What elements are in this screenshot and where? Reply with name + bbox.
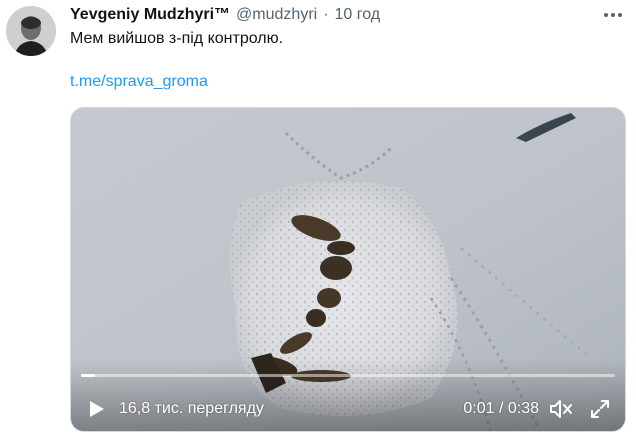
video-progress-fill (81, 374, 95, 377)
tweet-header: Yevgeniy Mudzhyri™ @mudzhyri · 10 год (70, 5, 596, 25)
duration: 0:38 (507, 400, 539, 417)
video-progress-bar[interactable] (81, 374, 615, 377)
author-handle[interactable]: @mudzhyri (236, 6, 317, 24)
tweet-text: Мем вийшов з-під контролю. (70, 30, 284, 47)
separator-dot: · (323, 6, 329, 23)
volume-muted-icon (550, 400, 572, 418)
current-time: 0:01 (463, 400, 495, 417)
view-count: 16,8 тис. перегляду (119, 400, 264, 417)
avatar-photo-icon (6, 6, 56, 56)
time-separator: / (494, 400, 508, 417)
author-avatar[interactable] (6, 6, 56, 56)
more-options-button[interactable] (600, 4, 626, 26)
author-name[interactable]: Yevgeniy Mudzhyri™ (70, 6, 230, 24)
tweet-link[interactable]: t.me/sprava_groma (70, 73, 208, 91)
time-readout: 0:01 / 0:38 (463, 400, 539, 418)
fullscreen-button[interactable] (589, 398, 611, 420)
more-dots-icon (604, 13, 622, 17)
play-icon (90, 401, 104, 417)
fullscreen-icon (591, 400, 609, 418)
video-player[interactable]: 16,8 тис. перегляду 0:01 / 0:38 (70, 107, 626, 432)
controls-overlay (71, 359, 625, 431)
play-button[interactable] (85, 398, 107, 420)
mute-button[interactable] (549, 398, 573, 420)
tweet-time[interactable]: 10 год (335, 6, 381, 24)
